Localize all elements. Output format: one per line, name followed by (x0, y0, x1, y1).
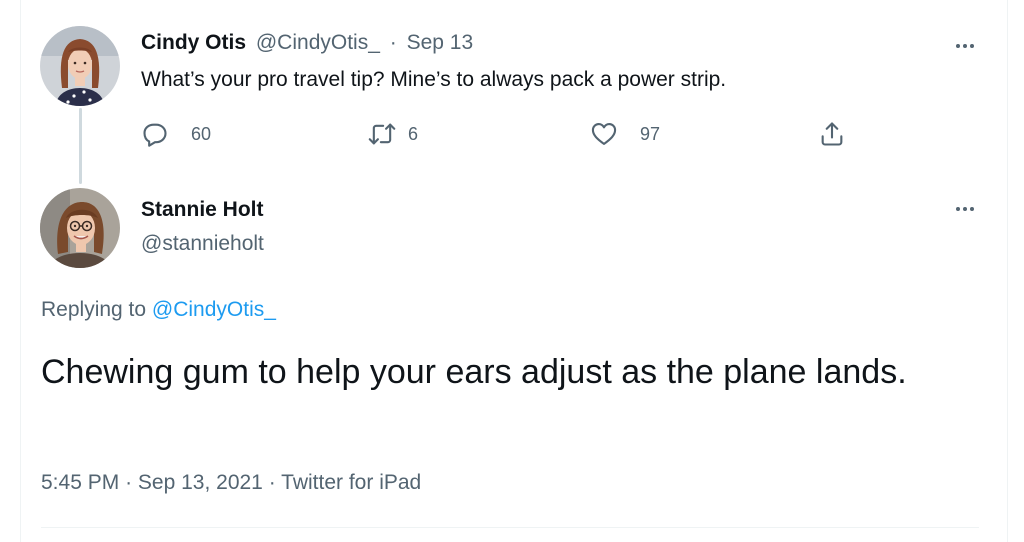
thread-connector-line (79, 108, 82, 184)
parent-display-name[interactable]: Cindy Otis (141, 31, 246, 54)
replying-to-prefix: Replying to (41, 298, 147, 321)
parent-handle[interactable]: @CindyOtis_ (256, 31, 380, 54)
reply-icon (143, 123, 167, 147)
retweet-icon (368, 123, 396, 145)
avatar-cindy-otis[interactable] (40, 26, 120, 106)
share-icon (821, 122, 843, 146)
like-count: 97 (640, 123, 661, 144)
reply-count: 60 (191, 123, 212, 144)
reply-tweet-text: Chewing gum to help your ears adjust as … (41, 353, 907, 391)
share-button[interactable] (818, 116, 846, 152)
parent-more-button[interactable] (945, 34, 985, 58)
divider (41, 527, 979, 528)
like-icon (591, 123, 617, 145)
more-icon (956, 207, 960, 211)
parent-tweet-text: What’s your pro travel tip? Mine’s to al… (141, 68, 727, 91)
reply-handle[interactable]: @stannieholt (141, 232, 264, 256)
tweet-source[interactable]: Twitter for iPad (281, 471, 421, 494)
avatar-stannie-holt[interactable] (40, 188, 120, 268)
more-icon-dot (970, 207, 974, 211)
more-icon-dot (963, 207, 967, 211)
retweet-button[interactable]: 6 (368, 116, 418, 152)
reply-display-name[interactable]: Stannie Holt (141, 198, 264, 222)
tweet-time[interactable]: 5:45 PM (41, 471, 119, 494)
reply-more-button[interactable] (945, 197, 985, 221)
parent-tweet-header: Cindy Otis @CindyOtis_ · Sep 13 (141, 31, 477, 55)
replying-to-line: Replying to @CindyOtis_ (41, 298, 276, 322)
meta-separator: · (268, 471, 276, 494)
more-icon-dot (963, 44, 967, 48)
more-icon-dot (970, 44, 974, 48)
header-separator: · (389, 31, 397, 54)
parent-actions-bar: 60 6 97 (141, 116, 861, 152)
more-icon (956, 44, 960, 48)
like-button[interactable]: 97 (590, 116, 660, 152)
parent-date[interactable]: Sep 13 (407, 31, 474, 54)
replying-to-mention-link[interactable]: @CindyOtis_ (152, 298, 276, 321)
meta-separator: · (125, 471, 133, 494)
tweet-metadata: 5:45 PM · Sep 13, 2021 · Twitter for iPa… (41, 471, 421, 495)
retweet-count: 6 (408, 123, 419, 144)
tweet-date[interactable]: Sep 13, 2021 (138, 471, 263, 494)
reply-button[interactable]: 60 (141, 116, 211, 152)
